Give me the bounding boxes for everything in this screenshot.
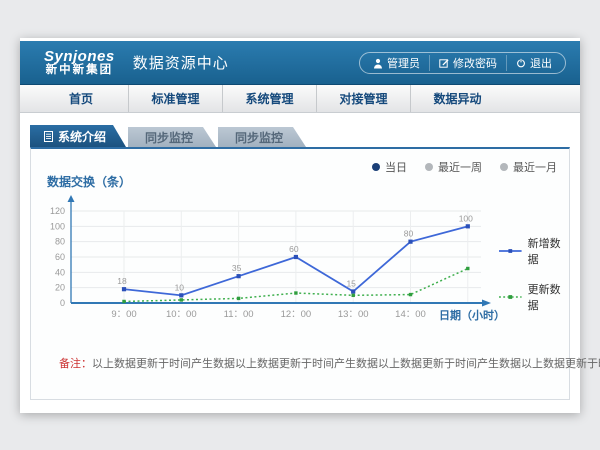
logo: Synjones 新中新集团 <box>44 49 115 77</box>
user-menu-logout-label: 退出 <box>530 55 552 71</box>
power-icon <box>516 58 526 68</box>
line-chart-svg: 0 20 40 60 80 100 120 9：00 10：00 11：00 12：00 13：00 1… <box>37 193 507 329</box>
nav-item-system-mgmt[interactable]: 系统管理 <box>222 85 316 112</box>
chart-y-axis-title: 数据交换（条） <box>47 173 131 190</box>
nav-item-interface-mgmt[interactable]: 对接管理 <box>316 85 410 112</box>
svg-text:12：00: 12：00 <box>281 309 312 320</box>
filter-last-month[interactable]: 最近一月 <box>500 159 557 175</box>
legend-label-updated-data: 更新数据 <box>528 281 569 313</box>
chart-panel: 当日 最近一周 最近一月 数据交换（条） 0 20 40 60 80 100 120 9：00… <box>30 147 570 400</box>
svg-text:10：00: 10：00 <box>166 309 197 320</box>
solid-line-sample-icon <box>499 247 522 255</box>
svg-text:60: 60 <box>289 244 299 254</box>
filter-last-week[interactable]: 最近一周 <box>425 159 482 175</box>
svg-text:10: 10 <box>175 282 185 292</box>
svg-text:11：00: 11：00 <box>224 309 254 320</box>
tab-system-intro[interactable]: 系统介绍 <box>30 125 126 147</box>
legend-item-new-data: 新增数据 <box>499 235 569 267</box>
time-range-filter: 当日 最近一周 最近一月 <box>372 159 557 175</box>
svg-text:100: 100 <box>459 213 473 223</box>
svg-text:35: 35 <box>232 263 242 273</box>
svg-text:0: 0 <box>60 298 65 308</box>
svg-text:100: 100 <box>50 221 65 231</box>
svg-text:120: 120 <box>50 206 65 216</box>
header: Synjones 新中新集团 数据资源中心 管理员 修改密码 <box>20 41 580 85</box>
user-menu-admin[interactable]: 管理员 <box>364 55 429 71</box>
filter-last-month-label: 最近一月 <box>513 159 557 175</box>
page-title: 数据资源中心 <box>133 52 229 73</box>
content-area: 系统介绍 同步监控 同步监控 当日 最近一周 <box>20 113 580 412</box>
radio-dot-icon <box>372 163 380 171</box>
user-icon <box>373 58 383 69</box>
legend-label-new-data: 新增数据 <box>528 235 569 267</box>
footnote: 备注：以上数据更新于时间产生数据以上数据更新于时间产生数据以上数据更新于时间产生… <box>59 355 600 371</box>
tab-bar: 系统介绍 同步监控 同步监控 <box>30 125 570 147</box>
logo-text-en: Synjones <box>44 49 115 65</box>
tab-system-intro-label: 系统介绍 <box>58 128 106 145</box>
dotted-line-sample-icon <box>499 293 522 301</box>
filter-last-week-label: 最近一周 <box>438 159 482 175</box>
user-menu-change-password[interactable]: 修改密码 <box>429 55 506 71</box>
svg-text:日期（小时）: 日期（小时） <box>439 308 505 322</box>
footnote-text: 以上数据更新于时间产生数据以上数据更新于时间产生数据以上数据更新于时间产生数据以… <box>92 358 600 370</box>
tab-sync-monitor-2[interactable]: 同步监控 <box>218 127 306 147</box>
main-nav: 首页 标准管理 系统管理 对接管理 数据异动 <box>20 85 580 113</box>
tab-sync-monitor-1-label: 同步监控 <box>145 129 193 146</box>
tab-sync-monitor-2-label: 同步监控 <box>235 129 283 146</box>
svg-text:20: 20 <box>55 283 65 293</box>
nav-item-home[interactable]: 首页 <box>34 85 128 112</box>
svg-text:40: 40 <box>55 267 65 277</box>
svg-text:13：00: 13：00 <box>338 309 369 320</box>
user-menu-change-password-label: 修改密码 <box>453 55 497 71</box>
user-menu: 管理员 修改密码 退出 <box>359 52 566 74</box>
footnote-label: 备注： <box>59 358 92 370</box>
logo-text-cn: 新中新集团 <box>44 64 115 76</box>
svg-text:80: 80 <box>404 229 414 239</box>
filter-today-label: 当日 <box>385 159 407 175</box>
svg-text:80: 80 <box>55 237 65 247</box>
radio-dot-icon <box>500 163 508 171</box>
svg-text:15: 15 <box>346 279 356 289</box>
svg-text:14：00: 14：00 <box>395 309 426 320</box>
edit-icon <box>439 58 449 68</box>
chart-legend: 新增数据 更新数据 <box>499 235 569 313</box>
radio-dot-icon <box>425 163 433 171</box>
legend-item-updated-data: 更新数据 <box>499 281 569 313</box>
user-menu-logout[interactable]: 退出 <box>506 55 561 71</box>
svg-text:18: 18 <box>117 276 127 286</box>
filter-today[interactable]: 当日 <box>372 159 407 175</box>
svg-text:9：00: 9：00 <box>111 309 136 320</box>
svg-text:60: 60 <box>55 252 65 262</box>
document-icon <box>44 131 53 142</box>
tab-sync-monitor-1[interactable]: 同步监控 <box>128 127 216 147</box>
user-menu-admin-label: 管理员 <box>387 55 420 71</box>
app-window: Synjones 新中新集团 数据资源中心 管理员 修改密码 <box>20 38 580 413</box>
nav-item-data-change[interactable]: 数据异动 <box>410 85 504 112</box>
line-chart: 0 20 40 60 80 100 120 9：00 10：00 11：00 12：00 13：00 1… <box>37 193 507 334</box>
nav-item-standard-mgmt[interactable]: 标准管理 <box>128 85 222 112</box>
